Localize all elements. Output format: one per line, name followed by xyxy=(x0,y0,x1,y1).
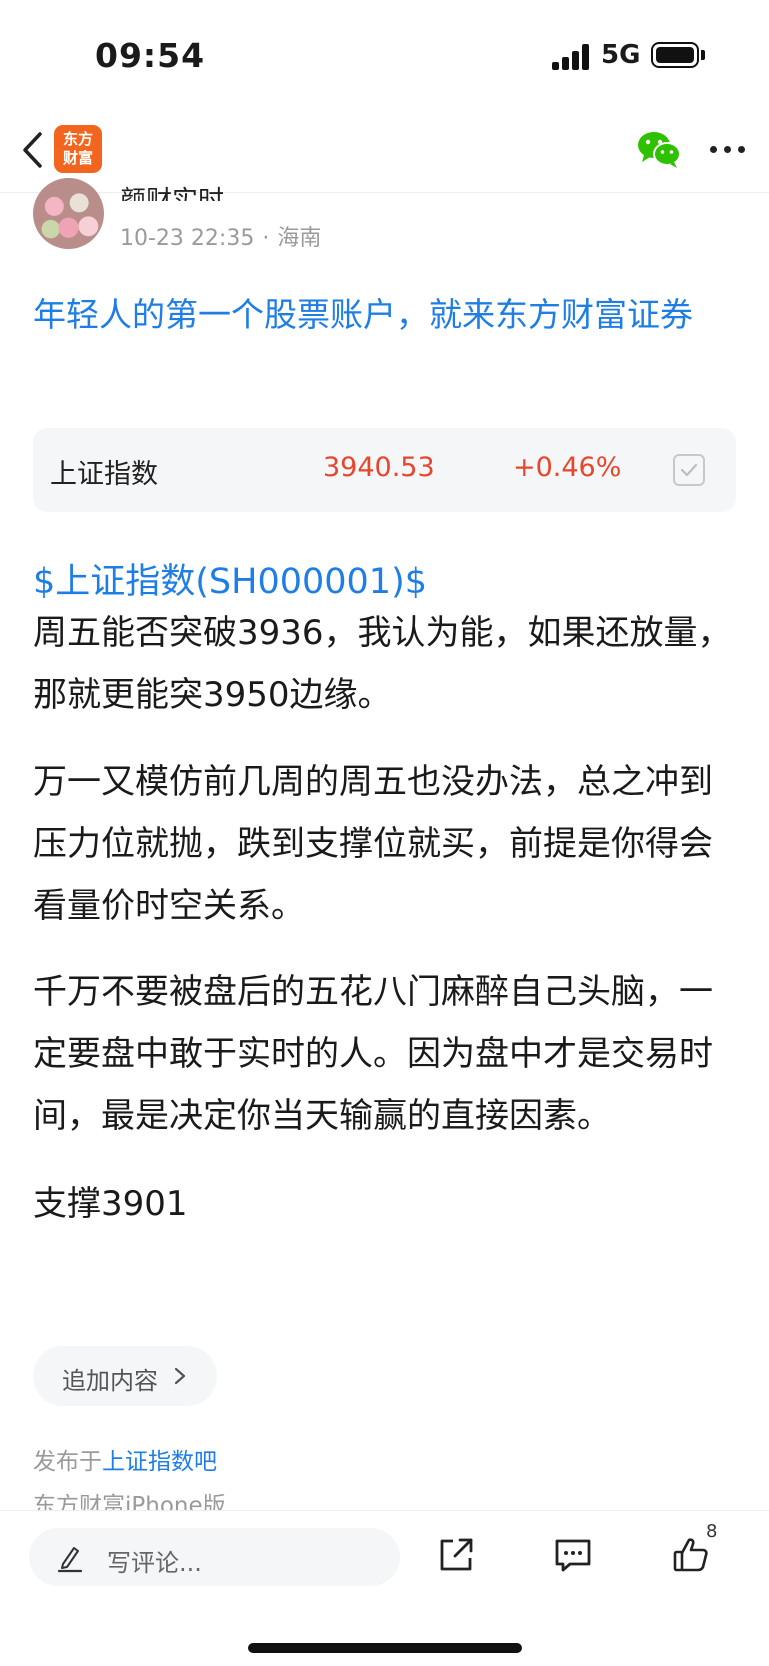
comment-input[interactable]: 写评论... xyxy=(29,1528,400,1586)
thumbs-up-icon[interactable] xyxy=(671,1535,711,1575)
logo-line-2: 财富 xyxy=(62,149,93,167)
append-content-button[interactable]: 追加内容 xyxy=(33,1346,217,1406)
post-location: 海南 xyxy=(277,226,322,251)
app-logo[interactable]: 东方 财富 xyxy=(54,125,102,173)
stock-price: 3940.53 xyxy=(323,452,435,483)
signal-icon xyxy=(552,44,592,70)
like-count: 8 xyxy=(706,1521,718,1542)
author-name[interactable]: 颜财实时 xyxy=(120,179,224,201)
pen-icon xyxy=(57,1547,83,1573)
stock-change: +0.46% xyxy=(513,452,622,483)
logo-line-1: 东方 xyxy=(62,130,93,148)
battery-icon xyxy=(651,42,699,68)
meta-separator: · xyxy=(262,226,270,251)
append-content-label: 追加内容 xyxy=(62,1367,158,1395)
watchlist-check-icon[interactable] xyxy=(673,454,705,486)
post-paragraph: 万一又模仿前几周的周五也没办法，总之冲到压力位就抛，跌到支撑位就买，前提是你得会… xyxy=(33,762,713,926)
more-options-icon[interactable] xyxy=(710,146,746,154)
post-paragraph: 支撑3901 xyxy=(33,1184,188,1224)
comment-icon[interactable] xyxy=(553,1536,593,1574)
published-in: 发布于上证指数吧 xyxy=(33,1442,217,1476)
nav-bar: 东方 财富 xyxy=(0,112,769,193)
network-type: 5G xyxy=(601,40,641,70)
post-meta: 10-23 22:35 · 海南 xyxy=(120,220,321,252)
status-time: 09:54 xyxy=(95,36,206,75)
avatar[interactable] xyxy=(33,178,104,249)
wechat-icon[interactable] xyxy=(636,129,682,169)
post-paragraph: 周五能否突破3936，我认为能，如果还放量，那就更能突3950边缘。 xyxy=(33,613,732,715)
chevron-right-icon xyxy=(174,1367,186,1385)
post-paragraph: 千万不要被盘后的五花八门麻醉自己头脑，一定要盘中敢于实时的人。因为盘中才是交易时… xyxy=(33,972,713,1136)
comment-placeholder: 写评论... xyxy=(107,1549,202,1577)
back-arrow-icon[interactable] xyxy=(20,130,46,170)
stock-tag-link[interactable]: $上证指数(SH000001)$ xyxy=(33,553,427,604)
stock-quote-card[interactable]: 上证指数 3940.53 +0.46% xyxy=(33,428,736,512)
home-indicator xyxy=(248,1643,522,1653)
battery-cap xyxy=(701,50,705,60)
stock-name: 上证指数 xyxy=(50,459,158,490)
post-date: 10-23 22:35 xyxy=(120,226,255,251)
status-bar: 09:54 5G xyxy=(0,0,769,110)
author-row: 颜财实时 10-23 22:35 · 海南 xyxy=(0,178,769,258)
account-ad-link[interactable]: 年轻人的第一个股票账户，就来东方财富证券 xyxy=(33,286,743,344)
share-icon[interactable] xyxy=(436,1535,476,1575)
forum-link[interactable]: 上证指数吧 xyxy=(102,1449,217,1475)
published-prefix: 发布于 xyxy=(33,1449,102,1475)
